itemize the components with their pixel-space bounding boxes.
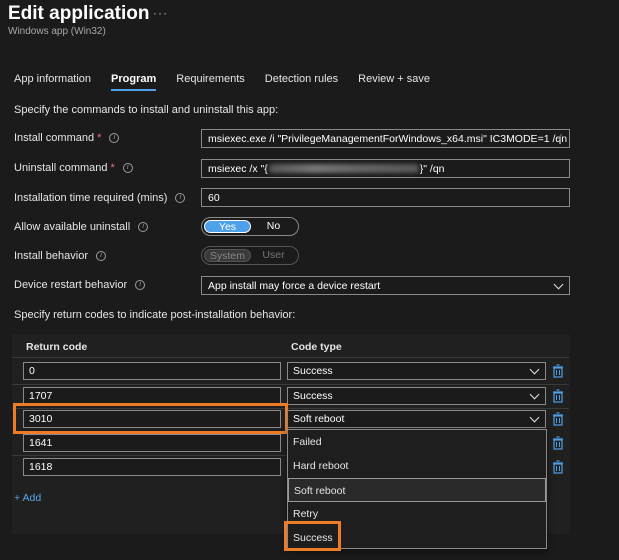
trash-icon[interactable] [552, 412, 564, 426]
column-header-return-code: Return code [26, 341, 88, 353]
install-command-label-text: Install command [14, 132, 95, 144]
allow-uninstall-label-text: Allow available uninstall [14, 221, 131, 233]
device-restart-label: Device restart behavior i [14, 277, 146, 293]
install-command-value: msiexec.exe /i "PrivilegeManagementForWi… [208, 132, 570, 145]
allow-uninstall-label: Allow available uninstall i [14, 219, 149, 235]
install-command-input[interactable]: msiexec.exe /i "PrivilegeManagementForWi… [201, 129, 570, 148]
tab-review-save[interactable]: Review + save [358, 73, 430, 91]
install-behavior-label-text: Install behavior [14, 250, 88, 262]
required-marker: * [110, 162, 115, 174]
page-title: Edit application [8, 3, 150, 24]
tab-app-information[interactable]: App information [14, 73, 91, 91]
tab-program[interactable]: Program [111, 73, 157, 91]
return-code-input[interactable]: 1618 [23, 458, 281, 476]
required-marker: * [97, 132, 102, 144]
info-circle-icon[interactable]: i [109, 133, 120, 143]
more-options-icon[interactable]: ··· [153, 6, 168, 20]
toggle-yes[interactable]: Yes [204, 220, 251, 233]
trash-icon[interactable] [552, 389, 564, 403]
chevron-down-icon [553, 279, 564, 290]
toggle-user: User [262, 249, 285, 261]
uninstall-command-input[interactable]: msiexec /x "{ }" /qn [201, 159, 570, 178]
menu-item-failed[interactable]: Failed [288, 430, 546, 454]
return-code-value: 3010 [29, 413, 53, 425]
toggle-system: System [204, 249, 251, 262]
tab-bar: App information Program Requirements Det… [14, 73, 450, 91]
return-code-input[interactable]: 1641 [23, 434, 281, 452]
uninstall-command-suffix: }" /qn [419, 162, 445, 175]
check-icon: ✓ [555, 132, 564, 143]
uninstall-command-prefix: msiexec /x "{ [208, 162, 268, 175]
install-command-label: Install command * i [14, 130, 120, 146]
device-restart-value: App install may force a device restart [208, 279, 381, 292]
code-type-select[interactable]: Soft reboot [287, 410, 546, 428]
install-time-label-text: Installation time required (mins) [14, 192, 168, 204]
device-restart-label-text: Device restart behavior [14, 279, 128, 291]
menu-item-hard-reboot[interactable]: Hard reboot [288, 454, 546, 478]
return-code-value: 1618 [29, 461, 53, 473]
trash-icon[interactable] [552, 436, 564, 450]
redacted-guid [268, 164, 419, 173]
code-type-select[interactable]: Success [287, 387, 546, 405]
page-subtitle: Windows app (Win32) [8, 26, 106, 37]
chevron-down-icon [529, 364, 540, 375]
code-type-value: Success [293, 390, 333, 402]
uninstall-command-label: Uninstall command * i [14, 160, 133, 176]
return-code-value: 1707 [29, 390, 53, 402]
tab-detection-rules[interactable]: Detection rules [265, 73, 338, 91]
chevron-down-icon [529, 389, 540, 400]
menu-item-soft-reboot[interactable]: Soft reboot [288, 478, 546, 502]
info-circle-icon[interactable]: i [175, 193, 186, 203]
trash-icon[interactable] [552, 460, 564, 474]
install-behavior-label: Install behavior i [14, 248, 106, 264]
return-code-value: 1641 [29, 437, 53, 449]
device-restart-dropdown[interactable]: App install may force a device restart [201, 276, 570, 295]
add-return-code-link[interactable]: + Add [14, 492, 41, 504]
return-code-input[interactable]: 3010 [23, 410, 281, 428]
code-type-value: Soft reboot [293, 413, 345, 425]
section-intro: Specify the commands to install and unin… [14, 104, 279, 116]
header-divider [12, 357, 569, 358]
install-time-value: 60 [208, 191, 220, 204]
install-time-label: Installation time required (mins) i [14, 190, 186, 206]
toggle-no[interactable]: No [251, 220, 296, 233]
return-codes-intro: Specify return codes to indicate post-in… [14, 309, 296, 321]
trash-icon[interactable] [552, 364, 564, 378]
column-header-code-type: Code type [291, 341, 342, 353]
return-code-input[interactable]: 0 [23, 362, 281, 380]
info-circle-icon[interactable]: i [96, 251, 106, 261]
chevron-down-icon [529, 412, 540, 423]
row-divider [12, 455, 287, 456]
code-type-select[interactable]: Success [287, 362, 546, 380]
return-code-value: 0 [29, 365, 35, 377]
info-circle-icon[interactable]: i [138, 222, 149, 232]
success-option-highlight [284, 521, 341, 551]
info-circle-icon[interactable]: i [135, 280, 146, 290]
uninstall-command-label-text: Uninstall command [14, 162, 108, 174]
install-time-input[interactable]: 60 [201, 188, 570, 207]
info-circle-icon[interactable]: i [122, 163, 133, 173]
row-divider [12, 384, 569, 385]
code-type-value: Success [293, 365, 333, 377]
install-behavior-toggle: System User [201, 246, 299, 265]
tab-requirements[interactable]: Requirements [176, 73, 244, 91]
allow-uninstall-toggle[interactable]: Yes No [201, 217, 299, 236]
